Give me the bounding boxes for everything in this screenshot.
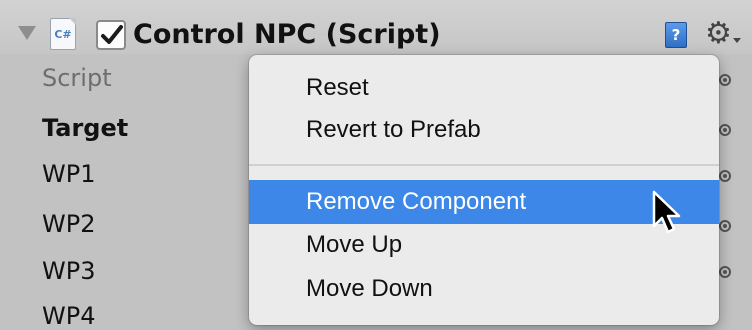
field-label-wp3: WP3: [42, 257, 96, 285]
checkbox-checkmark-icon: [101, 25, 123, 44]
csharp-script-icon: C#: [50, 18, 76, 50]
menu-separator: [249, 164, 719, 166]
chevron-down-icon: [733, 38, 741, 43]
object-picker-icon[interactable]: [719, 74, 731, 86]
menu-item-move-down[interactable]: Move Down: [249, 267, 719, 311]
object-picker-icon[interactable]: [719, 170, 731, 182]
gear-icon[interactable]: ⚙: [705, 18, 745, 50]
component-header: C# Control NPC (Script) ? ⚙: [0, 0, 752, 54]
field-label-target: Target: [42, 114, 129, 142]
object-picker-icon[interactable]: [719, 266, 731, 278]
object-picker-icon[interactable]: [719, 220, 731, 232]
menu-item-reset[interactable]: Reset: [249, 66, 719, 110]
component-enabled-checkbox[interactable]: [96, 20, 126, 50]
field-label-wp2: WP2: [42, 210, 96, 238]
field-label-wp4: WP4: [42, 302, 96, 330]
field-label-script: Script: [42, 64, 112, 92]
context-menu: Reset Revert to Prefab Remove Component …: [249, 55, 719, 325]
menu-item-revert-to-prefab[interactable]: Revert to Prefab: [249, 108, 719, 152]
menu-item-move-up[interactable]: Move Up: [249, 223, 719, 267]
object-picker-icon[interactable]: [719, 124, 731, 136]
field-label-wp1: WP1: [42, 160, 96, 188]
foldout-arrow-icon[interactable]: [18, 26, 36, 40]
component-title: Control NPC (Script): [133, 19, 441, 50]
help-icon[interactable]: ?: [665, 22, 687, 48]
menu-item-remove-component[interactable]: Remove Component: [249, 180, 719, 224]
